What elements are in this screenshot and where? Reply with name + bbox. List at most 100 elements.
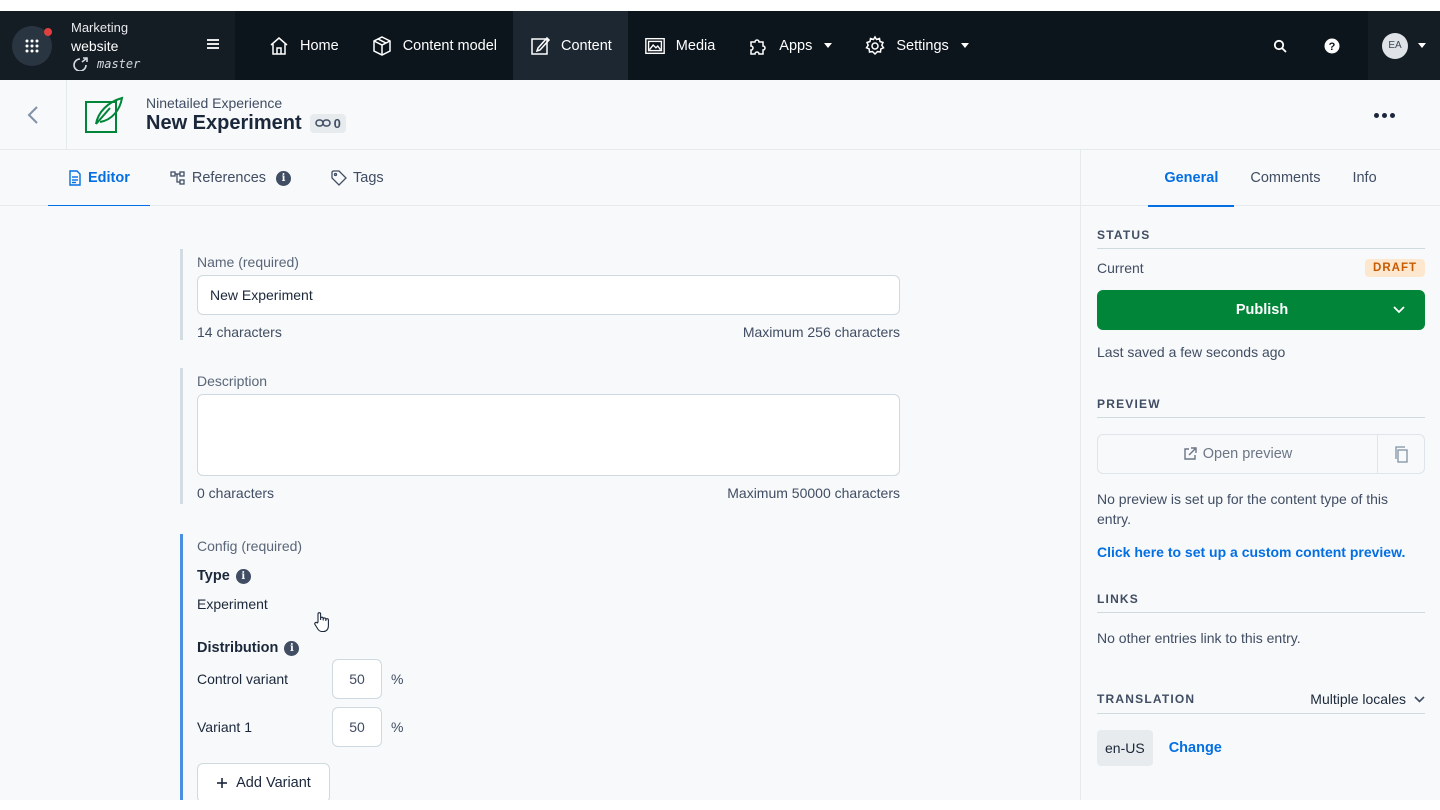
- description-textarea[interactable]: [197, 394, 900, 476]
- editor-tabs: Editor References i Tags: [0, 150, 1080, 207]
- hand-cursor-icon: [314, 612, 329, 633]
- space-info[interactable]: Marketing website master: [71, 19, 140, 73]
- type-label: Type i: [197, 568, 900, 584]
- nav-content[interactable]: Content: [513, 11, 628, 80]
- app-launcher-button[interactable]: [12, 25, 52, 66]
- open-preview-button[interactable]: Open preview: [1098, 435, 1377, 473]
- copy-icon: [1394, 445, 1408, 463]
- tab-comments[interactable]: Comments: [1234, 150, 1336, 206]
- publish-button[interactable]: Publish: [1097, 290, 1425, 330]
- entry-sidebar: General Comments Info STATUS Current DRA…: [1080, 150, 1440, 800]
- back-button[interactable]: [0, 79, 67, 150]
- preview-note: No preview is set up for the content typ…: [1097, 491, 1389, 527]
- name-field-label: Name (required): [197, 254, 299, 270]
- change-locale-link[interactable]: Change: [1169, 740, 1222, 756]
- variant-percentage-input[interactable]: 50: [332, 707, 382, 747]
- menu-icon[interactable]: [205, 36, 221, 52]
- links-section: LINKS No other entries link to this entr…: [1097, 592, 1425, 648]
- document-icon: [69, 170, 81, 186]
- percent-sign: %: [391, 671, 404, 687]
- name-char-count: 14 characters: [197, 324, 282, 340]
- info-icon[interactable]: i: [284, 640, 300, 656]
- tab-tags-label: Tags: [353, 170, 384, 186]
- nav-content-model-label: Content model: [402, 37, 497, 54]
- description-count-row: 0 characters Maximum 50000 characters: [197, 485, 900, 501]
- nav-media[interactable]: Media: [628, 11, 732, 80]
- status-badge: DRAFT: [1365, 259, 1425, 277]
- account-menu[interactable]: EA: [1368, 11, 1440, 80]
- open-preview-label: Open preview: [1202, 446, 1293, 462]
- space-name: website: [71, 37, 119, 54]
- tab-general[interactable]: General: [1148, 150, 1235, 207]
- locale-mode-select[interactable]: Multiple locales: [1310, 691, 1425, 707]
- top-navigation: Marketing website master Home Content mo…: [0, 11, 1440, 80]
- tab-info[interactable]: Info: [1336, 150, 1392, 206]
- nav-settings[interactable]: Settings: [848, 11, 984, 80]
- external-link-icon: [1184, 447, 1197, 460]
- nav-home[interactable]: Home: [252, 11, 355, 80]
- setup-preview-link[interactable]: Click here to set up a custom content pr…: [1097, 544, 1425, 560]
- chevron-down-icon: [960, 43, 969, 48]
- svg-text:?: ?: [1329, 41, 1336, 53]
- nav-apps[interactable]: Apps: [731, 11, 848, 80]
- references-badge[interactable]: 0: [309, 113, 346, 133]
- tab-references[interactable]: References i: [150, 150, 311, 206]
- status-heading: STATUS: [1097, 228, 1425, 249]
- more-dot-icon: [1373, 112, 1379, 118]
- info-icon[interactable]: i: [235, 568, 251, 584]
- locale-pill: en-US: [1097, 730, 1153, 766]
- preview-heading: PREVIEW: [1097, 397, 1425, 418]
- bottom-strip: [0, 800, 1440, 810]
- editor-main: Name (required) New Experiment 14 charac…: [0, 206, 1080, 810]
- links-heading-text: LINKS: [1097, 592, 1139, 606]
- more-dot-icon: [1389, 112, 1395, 118]
- variant-percentage-input[interactable]: 50: [332, 659, 382, 699]
- locale-row: en-US Change: [1097, 730, 1425, 766]
- help-button[interactable]: ?: [1306, 11, 1358, 80]
- nav-home-label: Home: [300, 37, 339, 54]
- references-count: 0: [333, 115, 341, 131]
- preview-section: PREVIEW Open preview No preview is set u…: [1097, 397, 1425, 560]
- add-variant-button[interactable]: Add Variant: [197, 763, 330, 803]
- environment-label: master: [71, 55, 140, 73]
- description-field: Description 0 characters Maximum 50000 c…: [180, 368, 900, 504]
- more-actions-button[interactable]: [1368, 104, 1400, 126]
- translation-heading: TRANSLATION Multiple locales: [1097, 691, 1425, 714]
- grid-icon: [25, 39, 39, 52]
- tab-references-label: References: [191, 170, 267, 186]
- search-button[interactable]: [1254, 11, 1306, 80]
- name-input[interactable]: New Experiment: [197, 275, 900, 315]
- status-heading-text: STATUS: [1097, 228, 1151, 242]
- space-switcher[interactable]: Marketing website master: [0, 11, 235, 80]
- nav-apps-label: Apps: [779, 37, 813, 54]
- info-icon[interactable]: i: [276, 170, 292, 186]
- nav-media-label: Media: [675, 37, 716, 54]
- name-char-max: Maximum 256 characters: [742, 324, 900, 340]
- more-dot-icon: [1381, 112, 1387, 118]
- search-icon: [1273, 39, 1287, 53]
- chevron-down-icon: [1418, 43, 1426, 48]
- tag-icon: [331, 170, 347, 186]
- space-org-name: Marketing: [71, 19, 129, 35]
- distribution-label-text: Distribution: [197, 640, 279, 656]
- link-icon: [314, 119, 331, 127]
- edit-icon: [531, 36, 551, 55]
- chevron-down-icon: [824, 43, 833, 48]
- tab-editor-label: Editor: [88, 170, 130, 186]
- percent-sign: %: [391, 719, 404, 735]
- name-count-row: 14 characters Maximum 256 characters: [197, 324, 900, 340]
- sidebar-tabs: General Comments Info: [1081, 150, 1440, 207]
- config-field: Config (required) Type i Experiment Dist…: [180, 534, 900, 810]
- description-char-max: Maximum 50000 characters: [727, 485, 900, 501]
- publish-options-button[interactable]: [1373, 290, 1425, 330]
- plus-icon: [217, 778, 228, 788]
- tab-editor[interactable]: Editor: [48, 150, 150, 207]
- last-saved-text: Last saved a few seconds ago: [1097, 344, 1286, 360]
- cube-icon: [372, 35, 391, 56]
- tab-tags[interactable]: Tags: [311, 150, 404, 206]
- type-label-text: Type: [197, 568, 230, 584]
- chevron-down-icon: [1414, 695, 1425, 703]
- chevron-left-icon: [27, 105, 38, 124]
- copy-preview-link-button[interactable]: [1377, 435, 1424, 473]
- nav-content-model[interactable]: Content model: [355, 11, 513, 80]
